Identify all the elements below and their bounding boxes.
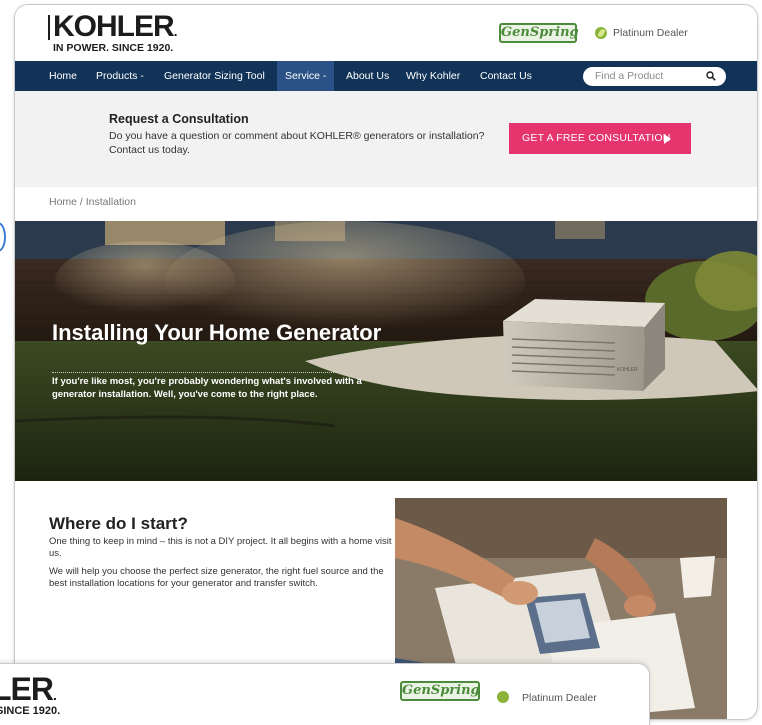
logo-tagline-preview: SINCE 1920. [0,705,61,717]
search-placeholder: Find a Product [595,70,664,82]
breadcrumb[interactable]: Home / Installation [49,196,136,208]
nav-item-contact-us[interactable]: Contact Us [480,61,532,91]
section-paragraph-2: We will help you choose the perfect size… [49,566,384,589]
browser-window: KOHLER. IN POWER. SINCE 1920. GenSpring … [14,4,758,720]
logo-wordmark: KOHLER. [53,10,178,43]
hero-image: KOHLER [15,221,757,481]
cta-label: GET A FREE CONSULTATION [522,132,671,144]
main-nav: Home Products - Generator Sizing Tool Se… [15,61,757,91]
nav-item-home[interactable]: Home [49,61,77,91]
free-consultation-button[interactable]: GET A FREE CONSULTATION [509,123,691,154]
logo-bar [48,15,50,40]
kohler-logo-preview: LER. SINCE 1920. [0,673,100,723]
nav-item-products[interactable]: Products - [96,61,144,91]
section-paragraph-1: One thing to keep in mind – this is not … [49,536,392,559]
screenshot-canvas: KOHLER. IN POWER. SINCE 1920. GenSpring … [0,0,762,725]
dealer-label-preview: Platinum Dealer [522,692,597,704]
search-input[interactable]: Find a Product [583,67,726,86]
site-header: KOHLER. IN POWER. SINCE 1920. GenSpring … [15,5,757,61]
nav-item-service[interactable]: Service - [277,61,335,91]
partial-circle-indicator [0,222,6,252]
search-icon[interactable] [706,71,716,81]
nav-item-why-kohler[interactable]: Why Kohler [406,61,460,91]
consultation-title: Request a Consultation [109,112,249,126]
nav-item-about-us[interactable]: About Us [346,61,389,91]
logo-tagline: IN POWER. SINCE 1920. [53,42,174,54]
leaf-icon-preview [497,691,509,703]
nav-item-generator-sizing-tool[interactable]: Generator Sizing Tool [164,61,265,91]
hero-subtitle: If you're like most, you're probably won… [52,376,362,400]
leaf-icon [595,27,607,39]
generator-badge: KOHLER [617,367,638,373]
hero-title: Installing Your Home Generator [52,320,382,345]
dealer-label: Platinum Dealer [613,27,688,39]
consultation-text: Do you have a question or comment about … [109,130,485,156]
genspring-logo: GenSpring [499,23,579,43]
hero-divider [52,372,352,373]
section-title: Where do I start? [49,514,188,533]
hero-scene: KOHLER [15,221,757,481]
consultation-banner: Request a Consultation Do you have a que… [15,91,757,187]
kohler-logo[interactable]: KOHLER. IN POWER. SINCE 1920. [48,10,203,58]
genspring-logo-preview: GenSpring [400,681,480,701]
play-arrow-icon [664,134,671,144]
